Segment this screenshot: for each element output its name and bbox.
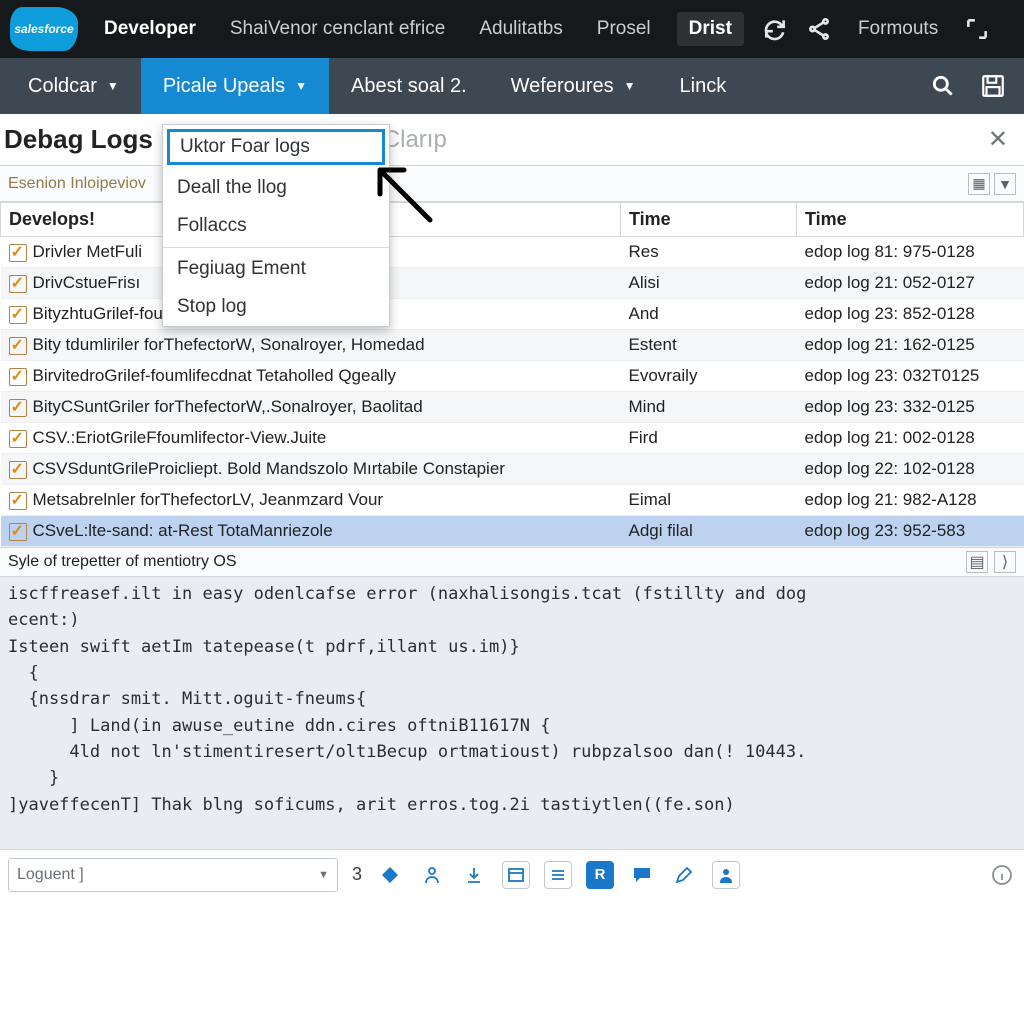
table-row[interactable]: BirvitedroGrilef-foumlifecdnat Tetaholle… (1, 361, 1024, 392)
col-header-2[interactable]: Time (621, 203, 797, 237)
check-icon[interactable] (9, 461, 27, 479)
share-icon[interactable] (806, 16, 832, 42)
check-icon[interactable] (9, 337, 27, 355)
search-icon[interactable] (930, 73, 956, 99)
person-icon[interactable] (418, 861, 446, 889)
expand-icon[interactable] (964, 16, 990, 42)
nav-item-1[interactable]: Picale Upeals▼ (141, 58, 329, 114)
list-icon[interactable] (544, 861, 572, 889)
dropdown-item-4[interactable]: Stop log (163, 288, 389, 326)
topbar-item-2[interactable]: Prosel (589, 18, 659, 40)
nav-item-0[interactable]: Coldcar▼ (6, 58, 141, 114)
panel-layout-icon[interactable]: ▤ (966, 551, 988, 573)
check-icon[interactable] (9, 399, 27, 417)
table-row[interactable]: Metsabrelnler forThefectorLV, Jeanmzard … (1, 485, 1024, 516)
log-level-select[interactable]: Loguent ]▼ (8, 858, 338, 892)
dropdown-item-0[interactable]: Uktor Foar logs (167, 129, 385, 165)
refresh-icon[interactable] (762, 16, 788, 42)
panel-collapse-icon[interactable]: ⟩ (994, 551, 1016, 573)
dropdown-item-1[interactable]: Deall the llog (163, 169, 389, 207)
check-icon[interactable] (9, 523, 27, 541)
panel-dropdown-icon[interactable]: ▼ (994, 173, 1016, 195)
dropdown-item-3[interactable]: Fegiuag Ement (163, 250, 389, 288)
salesforce-logo: salesforce (10, 7, 78, 51)
edit-icon[interactable] (670, 861, 698, 889)
logs-table: Develops! Types Time Time Drivler MetFul… (0, 202, 1024, 547)
user-box-icon[interactable] (712, 861, 740, 889)
col-header-3[interactable]: Time (797, 203, 1024, 237)
table-row[interactable]: CSVSduntGrileProicliept. Bold Mandszolo … (1, 454, 1024, 485)
hint-bar: Esenion Inloipeviov ▦ ▼ (0, 166, 1024, 202)
count-label: 3 (352, 864, 362, 885)
title-bar: Debag Logs Clarıp ✕ (0, 114, 1024, 166)
download-icon[interactable] (460, 861, 488, 889)
nav-item-4[interactable]: Linck (658, 58, 749, 114)
topbar-item-4[interactable]: Formouts (850, 18, 946, 40)
code-viewer[interactable]: iscffreasef.ilt in easy odenlcafse error… (0, 577, 1024, 849)
table-row[interactable]: DrivCstueFrisıAlisiedop log 21: 052-0127 (1, 268, 1024, 299)
check-icon[interactable] (9, 244, 27, 262)
check-icon[interactable] (9, 368, 27, 386)
developer-label: Developer (96, 18, 204, 40)
table-row[interactable]: Drivler MetFuliResedop log 81: 975-0128 (1, 237, 1024, 268)
page-title: Debag Logs (0, 124, 153, 155)
topbar-item-1[interactable]: Adulitatbs (471, 18, 570, 40)
panel-split-icon[interactable] (502, 861, 530, 889)
chat-icon[interactable] (628, 861, 656, 889)
status-bar: Syle of trepetter of mentiotry OS ▤ ⟩ (0, 547, 1024, 577)
nav-item-3[interactable]: Weferoures▼ (489, 58, 658, 114)
save-icon[interactable] (980, 73, 1006, 99)
nav-dropdown: Uktor Foar logs Deall the llog Follaccs … (162, 124, 390, 327)
topbar-item-3[interactable]: Drist (677, 12, 744, 46)
nav-item-2[interactable]: Abest soal 2. (329, 58, 489, 114)
table-row[interactable]: BityCSuntGriler forThefectorW,.Sonalroye… (1, 392, 1024, 423)
topbar-item-0[interactable]: ShaiVenor cenclant efrice (222, 18, 453, 40)
check-icon[interactable] (9, 275, 27, 293)
diamond-icon[interactable] (376, 861, 404, 889)
check-icon[interactable] (9, 430, 27, 448)
dropdown-item-2[interactable]: Follaccs (163, 207, 389, 245)
table-row[interactable]: BityzhtuGrilef-foumlifecdnatT, omalied G… (1, 299, 1024, 330)
close-icon[interactable]: ✕ (980, 121, 1016, 158)
page-subtitle: Clarıp (383, 126, 447, 154)
hint-text: Esenion Inloipeviov (8, 175, 146, 193)
check-icon[interactable] (9, 306, 27, 324)
info-icon[interactable] (988, 861, 1016, 889)
r-badge-icon[interactable]: R (586, 861, 614, 889)
table-row[interactable]: Bity tdumliriler forThefectorW, Sonalroy… (1, 330, 1024, 361)
panel-detail-icon[interactable]: ▦ (968, 173, 990, 195)
check-icon[interactable] (9, 492, 27, 510)
status-text: Syle of trepetter of mentiotry OS (8, 553, 237, 571)
table-row[interactable]: CSV.:EriotGrileFfoumlifector-View.JuiteF… (1, 423, 1024, 454)
bottom-toolbar: Loguent ]▼ 3 R (0, 849, 1024, 899)
app-topbar: salesforce Developer ShaiVenor cenclant … (0, 0, 1024, 58)
secondary-navbar: Coldcar▼ Picale Upeals▼ Abest soal 2. We… (0, 58, 1024, 114)
table-row[interactable]: CSveL:lte-sand: at-Rest TotaManriezoleAd… (1, 516, 1024, 547)
